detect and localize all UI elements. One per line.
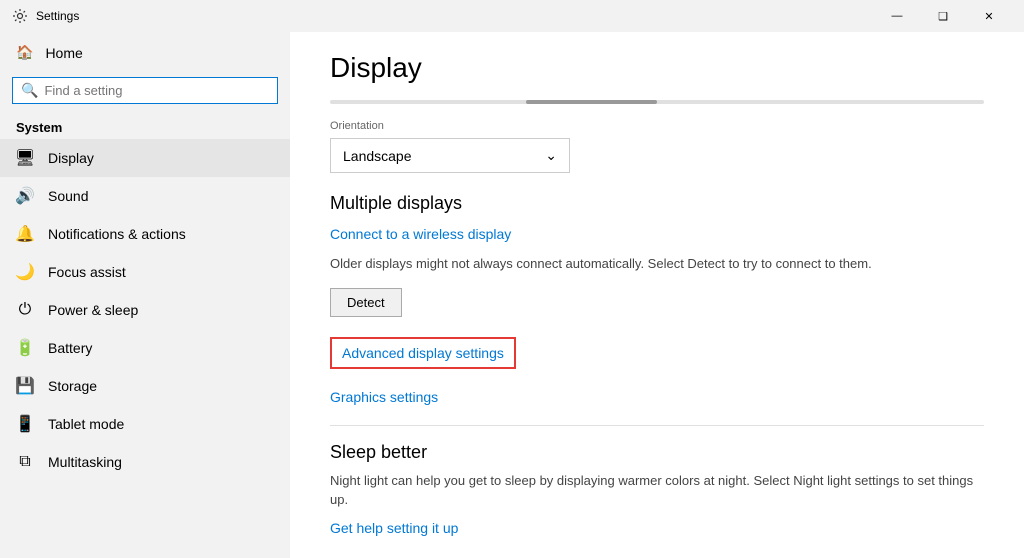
sleep-heading: Sleep better xyxy=(330,442,984,463)
orientation-dropdown[interactable]: Landscape ⌄ xyxy=(330,138,570,173)
sidebar-item-storage[interactable]: 💾 Storage xyxy=(0,367,290,405)
sleep-description: Night light can help you get to sleep by… xyxy=(330,471,984,510)
sidebar-item-label-power: Power & sleep xyxy=(48,302,138,318)
sidebar-item-label-storage: Storage xyxy=(48,378,97,394)
connect-wireless-link[interactable]: Connect to a wireless display xyxy=(330,226,984,242)
sidebar-item-label-display: Display xyxy=(48,150,94,166)
sidebar-item-focus[interactable]: 🌙 Focus assist xyxy=(0,253,290,291)
multitasking-icon: ⧉ xyxy=(16,453,34,471)
search-box[interactable]: 🔍 xyxy=(12,77,278,104)
scroll-indicator xyxy=(330,100,984,104)
sidebar-item-power[interactable]: ⏻ Power & sleep xyxy=(0,291,290,329)
search-input[interactable] xyxy=(44,83,269,98)
sidebar-item-sound[interactable]: 🔊 Sound xyxy=(0,177,290,215)
sidebar-item-label-focus: Focus assist xyxy=(48,264,126,280)
section-divider xyxy=(330,425,984,426)
maximize-button[interactable]: ❑ xyxy=(920,0,966,32)
sidebar-item-label-battery: Battery xyxy=(48,340,92,356)
sidebar-item-label-multitasking: Multitasking xyxy=(48,454,122,470)
orientation-label: Orientation xyxy=(330,120,984,132)
sidebar: 🏠 Home 🔍 System 🖥 Display 🔊 Sound 🔔 Noti… xyxy=(0,32,290,558)
sidebar-item-multitasking[interactable]: ⧉ Multitasking xyxy=(0,443,290,481)
focus-icon: 🌙 xyxy=(16,263,34,281)
sidebar-item-battery[interactable]: 🔋 Battery xyxy=(0,329,290,367)
search-icon: 🔍 xyxy=(21,82,38,99)
sidebar-item-label-sound: Sound xyxy=(48,188,88,204)
home-label: Home xyxy=(45,45,82,61)
notifications-icon: 🔔 xyxy=(16,225,34,243)
titlebar-controls: — ❑ ✕ xyxy=(874,0,1012,32)
graphics-settings-link[interactable]: Graphics settings xyxy=(330,389,984,405)
titlebar: Settings — ❑ ✕ xyxy=(0,0,1024,32)
sidebar-item-display[interactable]: 🖥 Display xyxy=(0,139,290,177)
sidebar-home-button[interactable]: 🏠 Home xyxy=(0,32,290,73)
app-title: Settings xyxy=(36,9,79,23)
night-light-link[interactable]: Get help setting it up xyxy=(330,520,984,536)
storage-icon: 💾 xyxy=(16,377,34,395)
main-content: Display Orientation Landscape ⌄ Multiple… xyxy=(290,32,1024,558)
orientation-value: Landscape xyxy=(343,148,412,164)
sound-icon: 🔊 xyxy=(16,187,34,205)
sidebar-item-notifications[interactable]: 🔔 Notifications & actions xyxy=(0,215,290,253)
chevron-down-icon: ⌄ xyxy=(545,147,557,164)
multiple-displays-heading: Multiple displays xyxy=(330,193,984,214)
home-icon: 🏠 xyxy=(16,44,33,61)
minimize-button[interactable]: — xyxy=(874,0,920,32)
page-title: Display xyxy=(330,52,984,84)
display-icon: 🖥 xyxy=(16,149,34,167)
titlebar-left: Settings xyxy=(12,8,79,24)
close-button[interactable]: ✕ xyxy=(966,0,1012,32)
sidebar-section-label: System xyxy=(0,112,290,139)
detect-description: Older displays might not always connect … xyxy=(330,254,984,274)
sidebar-item-label-tablet: Tablet mode xyxy=(48,416,124,432)
sidebar-item-label-notifications: Notifications & actions xyxy=(48,226,186,242)
orientation-dropdown-wrapper: Landscape ⌄ xyxy=(330,138,984,173)
sidebar-item-tablet[interactable]: 📱 Tablet mode xyxy=(0,405,290,443)
tablet-icon: 📱 xyxy=(16,415,34,433)
battery-icon: 🔋 xyxy=(16,339,34,357)
app-body: 🏠 Home 🔍 System 🖥 Display 🔊 Sound 🔔 Noti… xyxy=(0,32,1024,558)
power-icon: ⏻ xyxy=(16,301,34,319)
settings-icon xyxy=(12,8,28,24)
advanced-display-link[interactable]: Advanced display settings xyxy=(330,337,516,369)
detect-button[interactable]: Detect xyxy=(330,288,402,317)
